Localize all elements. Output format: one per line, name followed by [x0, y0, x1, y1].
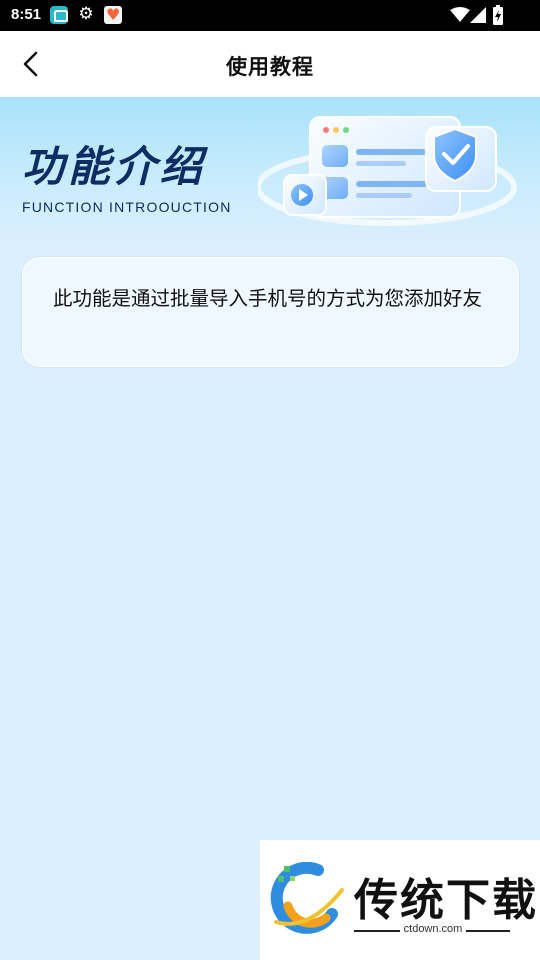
- status-bar: 8:51 ⚙: [0, 0, 540, 31]
- app-bar: 使用教程: [0, 31, 540, 97]
- heart-app-icon: [104, 5, 122, 24]
- banner-title: 功能介绍: [22, 142, 207, 191]
- app-icon: [50, 6, 68, 24]
- gear-icon: ⚙: [78, 4, 94, 24]
- browser-window-with-shield-icon: [258, 116, 517, 226]
- feature-banner: 功能介绍 FUNCTION INTROOUCTION: [0, 97, 540, 247]
- watermark-name: 传统下载: [354, 875, 538, 926]
- intro-card: 此功能是通过批量导入手机号的方式为您添加好友: [22, 257, 519, 367]
- ctdown-logo-icon: [270, 862, 344, 934]
- page-title: 使用教程: [226, 55, 314, 79]
- intro-text: 此功能是通过批量导入手机号的方式为您添加好友: [53, 287, 483, 310]
- battery-icon: [493, 5, 503, 25]
- signal-icon: [470, 7, 486, 23]
- watermark: 传统下载 ctdown.com: [260, 840, 540, 960]
- status-time: 8:51: [11, 6, 42, 23]
- watermark-divider-right: [466, 930, 510, 932]
- watermark-divider-left: [354, 930, 400, 932]
- watermark-url: ctdown.com: [403, 923, 463, 935]
- wifi-icon: [450, 7, 470, 22]
- banner-subtitle: FUNCTION INTROOUCTION: [22, 199, 232, 215]
